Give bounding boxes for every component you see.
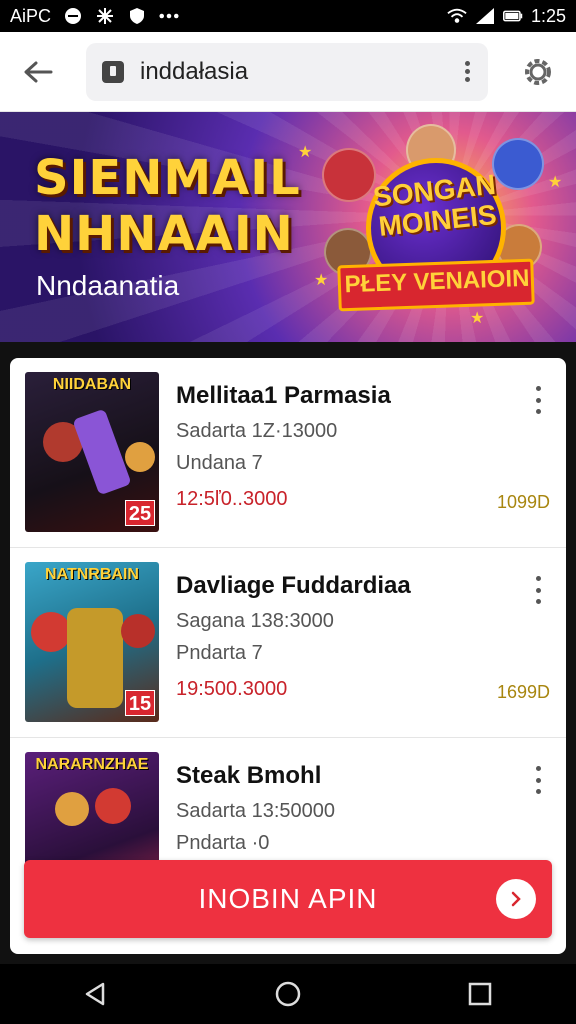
more-dots-icon	[159, 6, 179, 26]
item-detail: Pndarta ·0	[176, 832, 270, 854]
item-price: 12:5ľ0..3000	[176, 488, 288, 510]
game-thumbnail: NATNRBAIN 15	[25, 562, 159, 722]
thumbnail-figure	[72, 408, 132, 496]
star-icon: ★	[314, 272, 329, 289]
star-icon: ★	[548, 174, 563, 191]
more-vert-icon[interactable]	[528, 576, 548, 604]
thumbnail-title: NATNRBAIN	[45, 566, 139, 583]
status-time: 1:25	[530, 5, 566, 26]
thumbnail-title: NARARNZHAE	[35, 756, 149, 773]
wifi-icon	[447, 6, 467, 26]
item-title: Steak Bmohl	[176, 762, 322, 789]
list-item[interactable]: NATNRBAIN 15 Davliage Fuddardiaa Sagana …	[10, 548, 566, 738]
star-icon: ★	[470, 310, 485, 327]
thumbnail-number: 25	[125, 500, 155, 526]
list-item[interactable]: NIIDABAN 25 Mellitaa1 Parmasia Sadarta 1…	[10, 358, 566, 548]
banner-title: SIENMAIL NHNAAIN	[34, 150, 301, 262]
back-button[interactable]	[18, 52, 58, 92]
thumbnail-title: NIIDABAN	[52, 376, 132, 393]
item-subtitle: Sagana 138:3000	[176, 610, 334, 632]
item-title: Davliage Fuddardiaa	[176, 572, 411, 599]
banner-title-line2: NHNAAIN	[34, 206, 294, 262]
settings-gear-icon	[525, 58, 551, 85]
browser-toolbar: inddałasia	[0, 32, 576, 112]
item-detail: Pndarta 7	[176, 642, 263, 664]
battery-icon	[502, 6, 523, 26]
nav-home-button[interactable]	[264, 970, 312, 1018]
thumbnail-figure	[95, 788, 131, 824]
lock-icon	[102, 60, 124, 83]
home-circle-icon	[275, 981, 301, 1007]
signal-icon	[475, 6, 495, 26]
status-bar: AiPC 1:25	[0, 0, 576, 32]
game-thumbnail: NIIDABAN 25	[25, 372, 159, 532]
nav-recents-button[interactable]	[456, 970, 504, 1018]
cta-label: INOBIN APIN	[198, 883, 378, 914]
banner-subtitle: Nndaanatia	[36, 270, 180, 301]
thumbnail-figure	[67, 608, 123, 708]
settings-button[interactable]	[518, 52, 558, 92]
item-subtitle: Sadarta 13:50000	[176, 800, 336, 822]
item-price: 19:500.3000	[176, 678, 288, 700]
item-count: 1699D	[496, 682, 550, 702]
item-subtitle: Sadarta 1Z·13000	[176, 420, 338, 442]
more-vert-icon[interactable]	[528, 386, 548, 414]
back-arrow-icon	[24, 61, 53, 82]
status-left-text: AiPC	[10, 5, 52, 26]
no-entry-icon	[63, 6, 83, 26]
thumbnail-figure	[31, 612, 71, 652]
item-detail: Undana 7	[176, 452, 263, 474]
menu-dots-icon[interactable]	[462, 61, 472, 82]
thumbnail-number: 15	[125, 690, 155, 716]
thumbnail-figure	[125, 442, 155, 472]
thumbnail-figure	[55, 792, 89, 826]
item-title: Mellitaa1 Parmasia	[176, 382, 391, 409]
settings-flower-icon	[95, 6, 115, 26]
primary-cta-button[interactable]: INOBIN APIN	[24, 860, 552, 938]
back-triangle-icon	[85, 982, 105, 1006]
nav-back-button[interactable]	[72, 970, 120, 1018]
more-vert-icon[interactable]	[528, 766, 548, 794]
thumbnail-figure	[121, 614, 155, 648]
url-text: inddałasia	[140, 57, 249, 85]
chevron-right-icon	[496, 879, 536, 919]
system-nav-bar	[0, 964, 576, 1024]
shield-icon	[127, 6, 147, 26]
url-field[interactable]: inddałasia	[86, 42, 488, 101]
item-count: 1099D	[496, 492, 550, 512]
banner-title-line1: SIENMAIL	[34, 150, 301, 206]
recents-square-icon	[468, 982, 492, 1006]
